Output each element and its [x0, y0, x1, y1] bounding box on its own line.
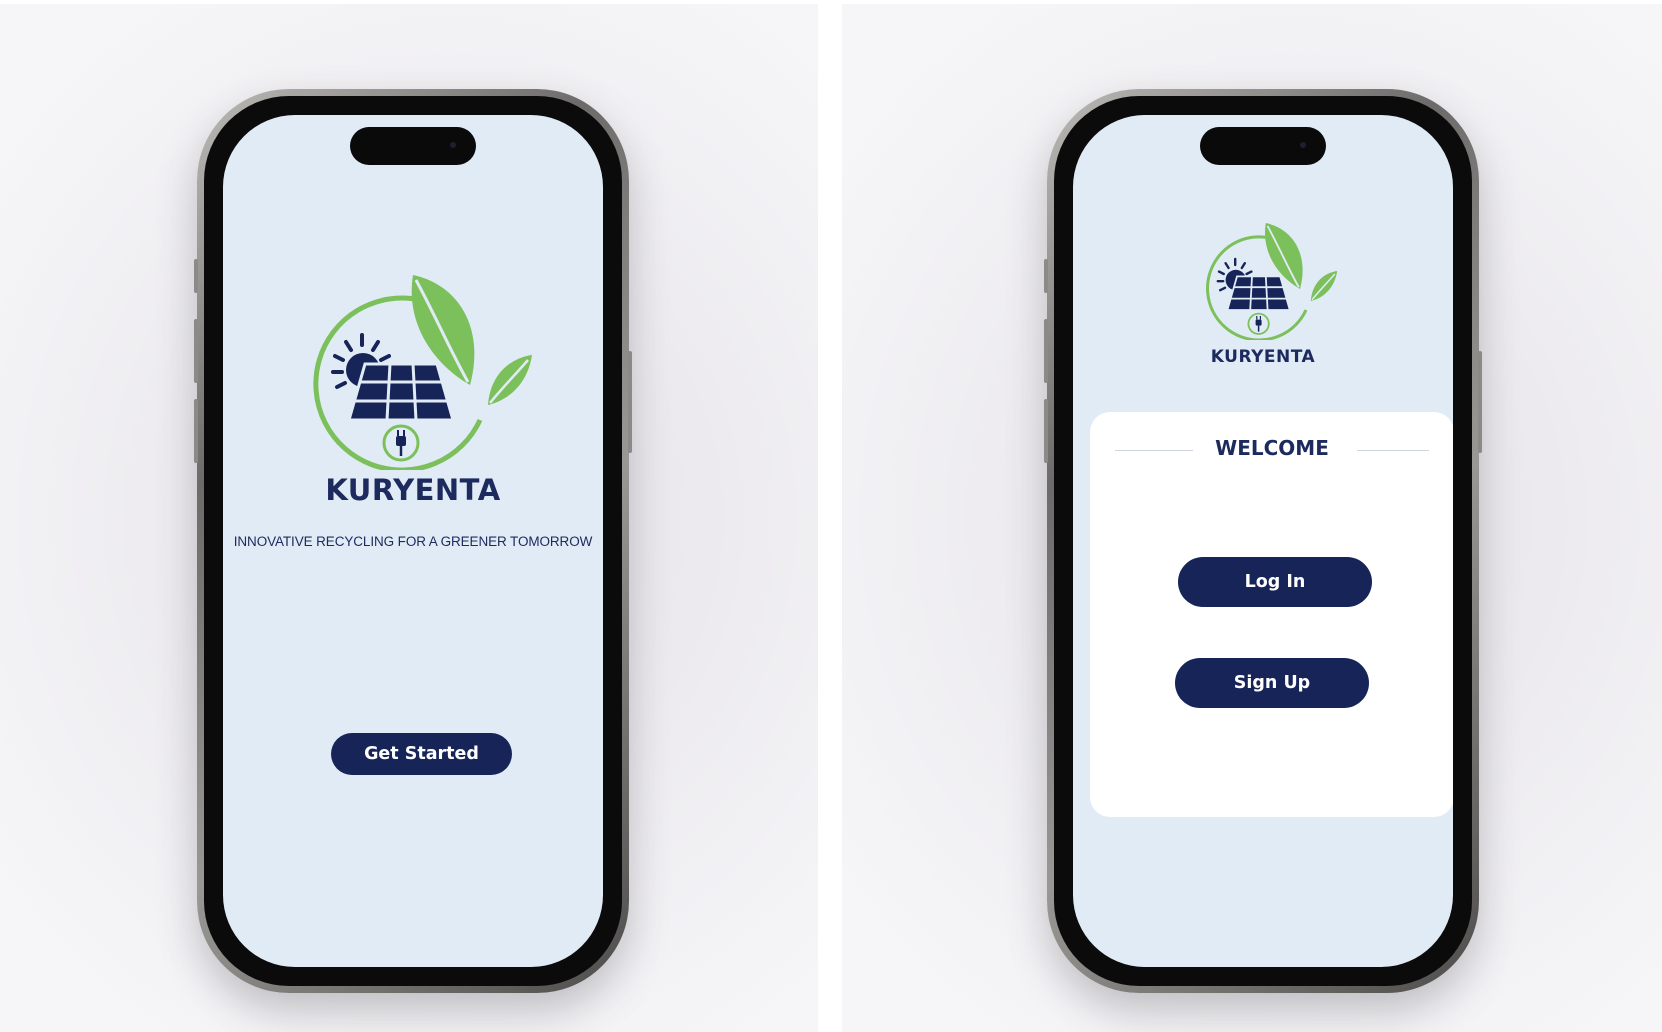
- volume-up-button: [1044, 319, 1048, 383]
- welcome-card: WELCOME Log In Sign Up: [1090, 412, 1453, 817]
- welcome-title: WELCOME: [1215, 436, 1329, 460]
- solar-panel-leaf-logo-icon: [310, 270, 540, 470]
- welcome-screen: KURYENTA WELCOME Log In Sign Up: [1073, 115, 1453, 967]
- phone-bezel: KURYENTA WELCOME Log In Sign Up: [1054, 96, 1472, 986]
- brand-name: KURYENTA: [1210, 347, 1316, 367]
- left-panel: KURYENTA INNOVATIVE RECYCLING FOR A GREE…: [0, 4, 818, 1032]
- volume-down-button: [194, 399, 198, 463]
- sign-up-button[interactable]: Sign Up: [1175, 658, 1369, 708]
- solar-panel-leaf-logo-icon: [1204, 220, 1342, 340]
- brand-name: KURYENTA: [325, 473, 501, 507]
- volume-up-button: [194, 319, 198, 383]
- action-button: [194, 259, 198, 293]
- welcome-header: WELCOME: [1090, 436, 1453, 466]
- power-button: [628, 351, 632, 453]
- phone-frame: KURYENTA INNOVATIVE RECYCLING FOR A GREE…: [194, 89, 632, 993]
- splash-screen: KURYENTA INNOVATIVE RECYCLING FOR A GREE…: [223, 115, 603, 967]
- volume-down-button: [1044, 399, 1048, 463]
- phone-frame: KURYENTA WELCOME Log In Sign Up: [1044, 89, 1482, 993]
- action-button: [1044, 259, 1048, 293]
- power-button: [1478, 351, 1482, 453]
- dynamic-island: [1200, 127, 1326, 165]
- right-panel: KURYENTA WELCOME Log In Sign Up: [842, 4, 1662, 1032]
- dynamic-island: [350, 127, 476, 165]
- phone-bezel: KURYENTA INNOVATIVE RECYCLING FOR A GREE…: [204, 96, 622, 986]
- tagline: INNOVATIVE RECYCLING FOR A GREENER TOMOR…: [233, 534, 593, 549]
- get-started-button[interactable]: Get Started: [331, 733, 512, 775]
- log-in-button[interactable]: Log In: [1178, 557, 1372, 607]
- divider-right: [1357, 450, 1429, 451]
